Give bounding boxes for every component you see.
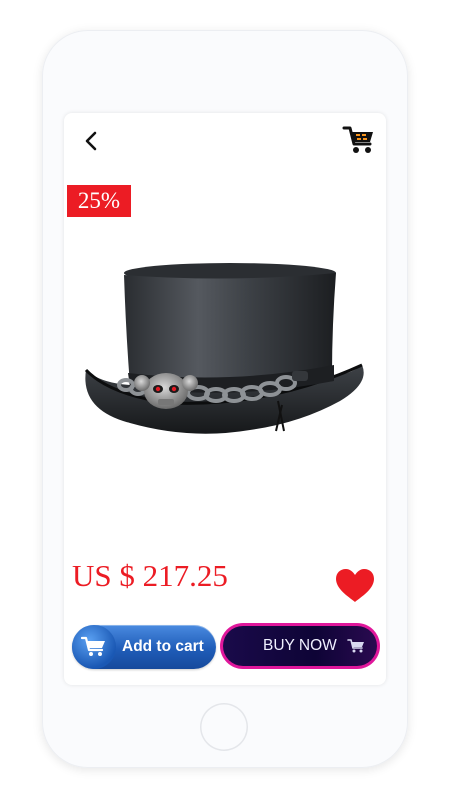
cart-icon <box>347 639 364 653</box>
buy-now-inner: BUY NOW <box>223 626 377 666</box>
back-button[interactable] <box>78 126 104 156</box>
chevron-left-icon <box>85 131 97 151</box>
cart-button[interactable] <box>342 124 376 156</box>
add-to-cart-label: Add to cart <box>122 638 204 655</box>
cart-icon <box>81 636 105 656</box>
shopping-cart-icon <box>342 126 373 153</box>
discount-badge: 25% <box>67 185 131 217</box>
heart-icon <box>336 569 374 602</box>
add-to-cart-button[interactable]: Add to cart <box>72 625 216 669</box>
buy-now-label: BUY NOW <box>263 637 337 654</box>
buy-now-button[interactable]: BUY NOW <box>220 623 380 669</box>
product-price: US $ 217.25 <box>72 558 228 593</box>
favorite-button[interactable] <box>334 568 376 604</box>
home-button[interactable] <box>200 703 248 751</box>
add-to-cart-icon-circle <box>72 625 116 669</box>
product-image <box>70 225 380 515</box>
